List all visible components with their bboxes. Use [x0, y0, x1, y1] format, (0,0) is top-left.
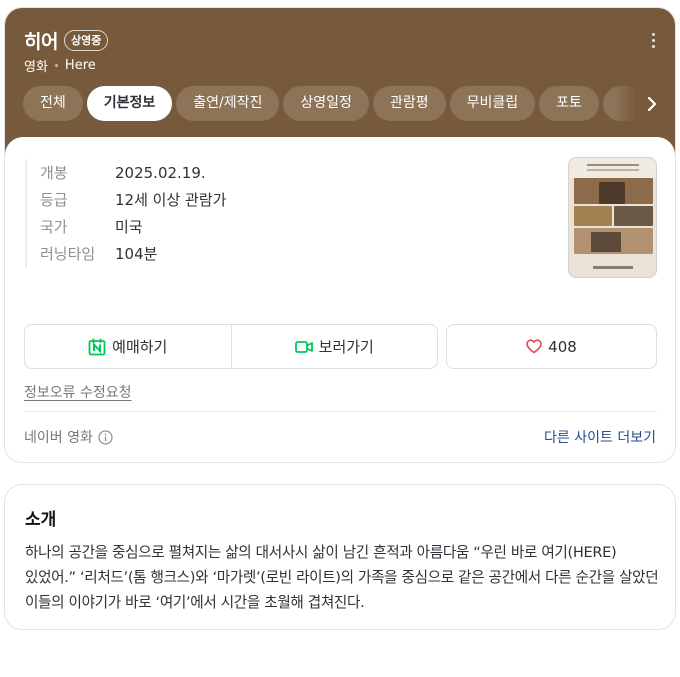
poster-scene — [599, 182, 625, 204]
poster-scene — [574, 206, 612, 226]
info-key: 등급 — [40, 191, 68, 209]
movie-poster[interactable] — [568, 157, 657, 278]
separator-dot — [54, 64, 58, 67]
action-buttons: 예매하기 보러가기 408 — [24, 324, 657, 369]
tab-reviews[interactable]: 관람평 — [372, 86, 446, 121]
info-row-country: 국가 미국 — [40, 213, 226, 240]
tab-cast-crew[interactable]: 출연/제작진 — [176, 86, 280, 121]
info-list: 개봉 2025.02.19. 등급 12세 이상 관람가 국가 미국 러닝타임 … — [25, 159, 226, 267]
info-icon[interactable] — [98, 429, 113, 445]
movie-subtitle: 영화 Here — [24, 56, 96, 75]
tab-scroll-next-button[interactable] — [615, 86, 663, 121]
info-value: 12세 이상 관람가 — [115, 191, 227, 209]
video-camera-icon — [294, 340, 313, 353]
tab-photos[interactable]: 포토 — [539, 86, 599, 121]
source-label: 네이버 영화 — [24, 430, 93, 446]
info-value: 미국 — [115, 218, 143, 236]
naver-reservation-icon — [88, 338, 106, 355]
intro-text: 하나의 공간을 중심으로 펼쳐지는 삶의 대서사시 삶이 남긴 흔적과 아름다움… — [25, 544, 659, 611]
info-key: 개봉 — [40, 164, 68, 182]
poster-scene — [614, 206, 653, 226]
watch-label: 보러가기 — [318, 338, 374, 356]
heart-icon — [526, 339, 542, 354]
poster-tagline — [587, 169, 639, 171]
poster-logo — [593, 266, 633, 269]
divider — [24, 411, 657, 412]
intro-heading: 소개 — [25, 510, 57, 530]
info-value: 104분 — [115, 245, 158, 263]
more-sites-link[interactable]: 다른 사이트 더보기 — [544, 427, 656, 447]
poster-top-band — [569, 158, 656, 178]
tab-bar: 전체 기본정보 출연/제작진 상영일정 관람평 무비클립 포토 — [23, 86, 663, 121]
tab-showtimes[interactable]: 상영일정 — [283, 86, 369, 121]
like-count: 408 — [548, 337, 577, 356]
info-key: 국가 — [40, 218, 68, 236]
watch-button[interactable]: 보러가기 — [230, 325, 438, 368]
info-row-rating: 등급 12세 이상 관람가 — [40, 186, 226, 213]
chevron-right-icon — [647, 96, 657, 111]
info-value: 2025.02.19. — [115, 163, 206, 182]
reserve-label: 예매하기 — [112, 338, 168, 356]
info-key: 러닝타임 — [40, 245, 96, 263]
error-report-link[interactable]: 정보오류 수정요청 — [24, 382, 132, 402]
tab-all[interactable]: 전체 — [23, 86, 83, 121]
movie-detail-body: 개봉 2025.02.19. 등급 12세 이상 관람가 국가 미국 러닝타임 … — [5, 137, 675, 462]
title-row: 히어 상영중 — [24, 27, 109, 54]
movie-header: 히어 상영중 영화 Here 전체 기본정보 출연/제작진 상영일정 관람평 무… — [5, 8, 675, 158]
movie-english-title: Here — [64, 58, 96, 73]
like-button[interactable]: 408 — [446, 324, 657, 369]
footer-source: 네이버 영화 — [24, 427, 113, 447]
status-badge: 상영중 — [63, 30, 109, 51]
movie-title[interactable]: 히어 — [24, 27, 58, 54]
info-row-release: 개봉 2025.02.19. — [40, 159, 226, 186]
poster-scene — [591, 232, 621, 252]
poster-tagline — [587, 164, 639, 166]
more-options-icon[interactable] — [645, 30, 661, 50]
movie-category: 영화 — [24, 60, 48, 75]
movie-info-card: 히어 상영중 영화 Here 전체 기본정보 출연/제작진 상영일정 관람평 무… — [4, 7, 676, 463]
tab-basic-info[interactable]: 기본정보 — [86, 86, 173, 121]
reserve-button[interactable]: 예매하기 — [25, 325, 231, 368]
tab-movie-clips[interactable]: 무비클립 — [449, 86, 536, 121]
action-group: 예매하기 보러가기 — [24, 324, 438, 369]
intro-card: 소개 하나의 공간을 중심으로 펼쳐지는 삶의 대서사시 삶이 남긴 흔적과 아… — [4, 484, 676, 630]
info-row-runtime: 러닝타임 104분 — [40, 240, 226, 267]
